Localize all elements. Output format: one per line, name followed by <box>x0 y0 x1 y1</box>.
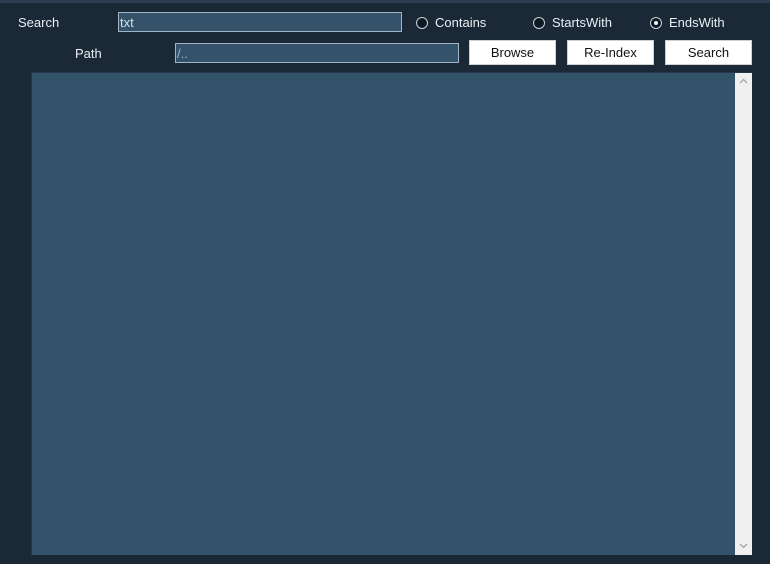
chevron-up-icon-glyph <box>739 78 748 84</box>
radio-endswith-indicator[interactable] <box>650 16 662 29</box>
radio-startswith-indicator[interactable] <box>533 16 545 29</box>
radio-contains-label: Contains <box>435 15 487 30</box>
browse-button[interactable]: Browse <box>469 40 556 65</box>
chevron-down-icon-glyph <box>739 543 748 549</box>
radio-contains[interactable]: Contains <box>416 15 486 30</box>
radio-startswith-label: StartsWith <box>552 15 612 30</box>
results-scrollbar[interactable] <box>735 73 752 555</box>
radio-endswith-label: EndsWith <box>669 15 725 30</box>
path-label: Path <box>75 46 102 61</box>
chevron-up-icon[interactable] <box>735 73 752 90</box>
radio-startswith[interactable]: StartsWith <box>533 15 612 30</box>
radio-endswith[interactable]: EndsWith <box>650 15 725 30</box>
path-input[interactable] <box>175 43 459 63</box>
search-button[interactable]: Search <box>665 40 752 65</box>
results-list[interactable] <box>31 72 752 555</box>
radio-contains-indicator[interactable] <box>416 16 428 29</box>
search-input[interactable] <box>118 12 402 32</box>
reindex-button[interactable]: Re-Index <box>567 40 654 65</box>
window-top-border <box>0 0 770 3</box>
chevron-down-icon[interactable] <box>735 538 752 555</box>
search-label: Search <box>18 15 60 30</box>
